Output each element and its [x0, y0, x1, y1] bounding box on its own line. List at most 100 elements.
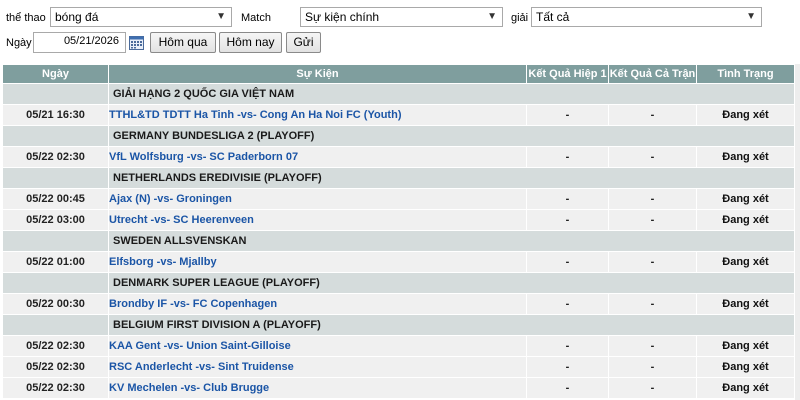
match-event-link[interactable]: VfL Wolfsburg -vs- SC Paderborn 07 [108, 146, 527, 168]
league-row: GERMANY BUNDESLIGA 2 (PLAYOFF) [2, 125, 795, 147]
league-row: SWEDEN ALLSVENSKAN [2, 230, 795, 252]
match-row: 05/22 01:00 Elfsborg -vs- Mjallby - - Đang x… [2, 251, 795, 273]
match-row: 05/22 02:30 VfL Wolfsburg -vs- SC Paderbo… [2, 146, 795, 168]
league-row-spacer [2, 125, 109, 147]
header-event: Sự Kiện [108, 64, 527, 84]
match-date: 05/22 01:00 [2, 251, 109, 273]
match-row: 05/22 03:00 Utrecht -vs- SC Heerenveen - - Đ… [2, 209, 795, 231]
sport-select[interactable]: bóng đá ▼ [50, 7, 232, 27]
submit-button[interactable]: Gửi [286, 32, 321, 53]
match-date: 05/21 16:30 [2, 104, 109, 126]
chevron-down-icon: ▼ [216, 11, 226, 22]
halftime-result: - [526, 356, 609, 378]
header-halftime: Kết Quả Hiệp 1 [526, 64, 609, 84]
match-status: Đang xét [696, 209, 795, 231]
match-row: 05/22 00:30 Brondby IF -vs- FC Copenhagen… [2, 293, 795, 315]
fulltime-result: - [608, 209, 697, 231]
sport-select-value: bóng đá [55, 10, 99, 24]
header-date: Ngày [2, 64, 109, 84]
match-event-link[interactable]: KV Mechelen -vs- Club Brugge [108, 377, 527, 399]
fulltime-result: - [608, 335, 697, 357]
league-row: GIẢI HẠNG 2 QUỐC GIA VIỆT NAM [2, 83, 795, 105]
header-fulltime: Kết Quả Cả Trận [608, 64, 697, 84]
match-status: Đang xét [696, 251, 795, 273]
halftime-result: - [526, 188, 609, 210]
date-input[interactable]: 05/21/2026 [33, 32, 126, 53]
league-name: NETHERLANDS EREDIVISIE (PLAYOFF) [108, 167, 795, 189]
league-label: giải [511, 12, 529, 24]
league-select-value: Tất cả [536, 10, 570, 24]
league-row: DENMARK SUPER LEAGUE (PLAYOFF) [2, 272, 795, 294]
results-body: GIẢI HẠNG 2 QUỐC GIA VIỆT NAM 05/21 16:30… [2, 83, 795, 399]
fulltime-result: - [608, 146, 697, 168]
match-row: 05/22 00:45 Ajax (N) -vs- Groningen - - Đang… [2, 188, 795, 210]
league-select[interactable]: Tất cả ▼ [531, 7, 762, 27]
league-name: SWEDEN ALLSVENSKAN [108, 230, 795, 252]
match-row: 05/21 16:30 TTHL&TD TDTT Ha Tinh -vs- Con… [2, 104, 795, 126]
fulltime-result: - [608, 356, 697, 378]
fulltime-result: - [608, 104, 697, 126]
league-name: GIẢI HẠNG 2 QUỐC GIA VIỆT NAM [108, 83, 795, 105]
league-row-spacer [2, 314, 109, 336]
league-row: BELGIUM FIRST DIVISION A (PLAYOFF) [2, 314, 795, 336]
fulltime-result: - [608, 251, 697, 273]
scrollbar[interactable] [795, 64, 800, 400]
league-row: NETHERLANDS EREDIVISIE (PLAYOFF) [2, 167, 795, 189]
league-name: GERMANY BUNDESLIGA 2 (PLAYOFF) [108, 125, 795, 147]
match-date: 05/22 02:30 [2, 146, 109, 168]
halftime-result: - [526, 104, 609, 126]
header-status: Tình Trạng [696, 64, 795, 84]
league-name: BELGIUM FIRST DIVISION A (PLAYOFF) [108, 314, 795, 336]
fulltime-result: - [608, 188, 697, 210]
match-select-value: Sự kiện chính [305, 10, 380, 24]
match-date: 05/22 00:30 [2, 293, 109, 315]
match-event-link[interactable]: TTHL&TD TDTT Ha Tinh -vs- Cong An Ha Noi… [108, 104, 527, 126]
halftime-result: - [526, 209, 609, 231]
fulltime-result: - [608, 293, 697, 315]
match-date: 05/22 02:30 [2, 356, 109, 378]
match-status: Đang xét [696, 104, 795, 126]
match-row: 05/22 02:30 KV Mechelen -vs- Club Brugge -… [2, 377, 795, 399]
match-status: Đang xét [696, 335, 795, 357]
league-row-spacer [2, 272, 109, 294]
halftime-result: - [526, 293, 609, 315]
match-status: Đang xét [696, 377, 795, 399]
match-date: 05/22 02:30 [2, 335, 109, 357]
match-row: 05/22 02:30 KAA Gent -vs- Union Saint-Gil… [2, 335, 795, 357]
fulltime-result: - [608, 377, 697, 399]
match-event-link[interactable]: Utrecht -vs- SC Heerenveen [108, 209, 527, 231]
halftime-result: - [526, 146, 609, 168]
filter-bar: thể thao bóng đá ▼ Match Sự kiện chính ▼… [0, 0, 800, 62]
date-label: Ngày [6, 37, 32, 49]
league-row-spacer [2, 230, 109, 252]
table-header: Ngày Sự Kiện Kết Quả Hiệp 1 Kết Quả Cả T… [2, 64, 795, 84]
match-event-link[interactable]: Elfsborg -vs- Mjallby [108, 251, 527, 273]
match-event-link[interactable]: RSC Anderlecht -vs- Sint Truidense [108, 356, 527, 378]
match-status: Đang xét [696, 293, 795, 315]
match-status: Đang xét [696, 356, 795, 378]
match-event-link[interactable]: Brondby IF -vs- FC Copenhagen [108, 293, 527, 315]
match-date: 05/22 02:30 [2, 377, 109, 399]
chevron-down-icon: ▼ [746, 11, 756, 22]
match-event-link[interactable]: KAA Gent -vs- Union Saint-Gilloise [108, 335, 527, 357]
match-date: 05/22 00:45 [2, 188, 109, 210]
match-select[interactable]: Sự kiện chính ▼ [300, 7, 503, 27]
results-table: Ngày Sự Kiện Kết Quả Hiệp 1 Kết Quả Cả T… [2, 64, 795, 399]
today-button[interactable]: Hôm nay [219, 32, 282, 53]
calendar-icon[interactable] [129, 34, 144, 50]
match-date: 05/22 03:00 [2, 209, 109, 231]
match-label: Match [241, 12, 271, 24]
halftime-result: - [526, 251, 609, 273]
sport-label: thể thao [6, 12, 46, 24]
league-row-spacer [2, 83, 109, 105]
match-row: 05/22 02:30 RSC Anderlecht -vs- Sint Trui… [2, 356, 795, 378]
league-name: DENMARK SUPER LEAGUE (PLAYOFF) [108, 272, 795, 294]
match-event-link[interactable]: Ajax (N) -vs- Groningen [108, 188, 527, 210]
chevron-down-icon: ▼ [487, 11, 497, 22]
league-row-spacer [2, 167, 109, 189]
match-status: Đang xét [696, 188, 795, 210]
yesterday-button[interactable]: Hôm qua [150, 32, 216, 53]
halftime-result: - [526, 335, 609, 357]
match-status: Đang xét [696, 146, 795, 168]
halftime-result: - [526, 377, 609, 399]
